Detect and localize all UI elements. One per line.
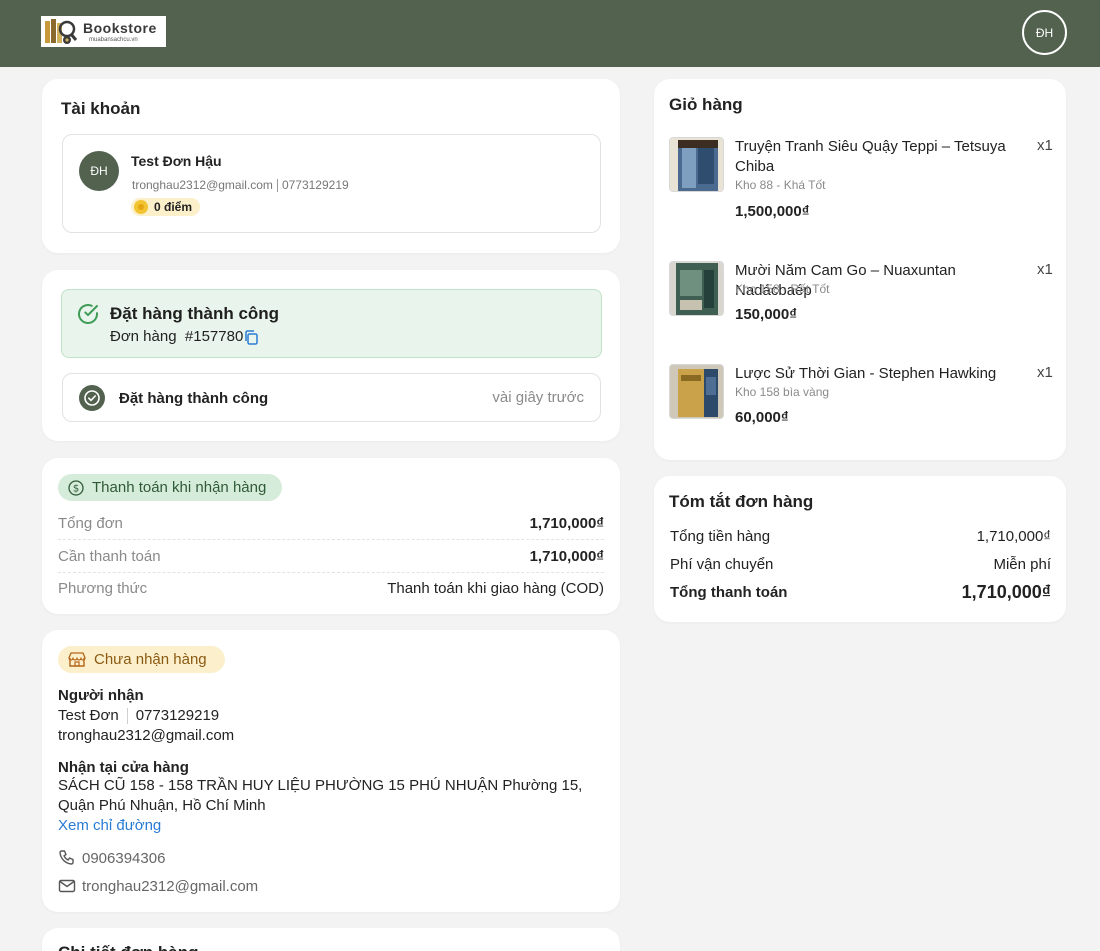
cart-item-stock: Kho 158 - Rất Tốt xyxy=(735,282,830,296)
order-status-card: Đặt hàng thành công Đơn hàng #157780 Đặt… xyxy=(42,270,620,441)
cart-item-name: Truyện Tranh Siêu Quậy Teppi – Tetsuya C… xyxy=(735,138,1006,175)
account-contact: tronghau2312@gmail.com 0773129219 xyxy=(132,178,349,193)
mail-icon xyxy=(58,879,76,893)
summary-shipping-value: Miễn phí xyxy=(993,556,1051,573)
pickup-label: Nhận tại cửa hàng xyxy=(58,759,189,776)
logo-subtitle: muabansachcu.vn xyxy=(89,36,138,43)
order-success-banner: Đặt hàng thành công Đơn hàng #157780 xyxy=(61,289,602,358)
payment-value: 1,710,000₫ xyxy=(529,514,604,532)
cart-item[interactable]: Lược Sử Thời Gian - Stephen Hawking x1 K… xyxy=(669,364,1053,444)
store-icon xyxy=(68,651,86,667)
recipient-phone: 0773129219 xyxy=(135,707,220,724)
cart-item[interactable]: Mười Năm Cam Go – Nuaxuntan Nadácbaép x1… xyxy=(669,261,1053,341)
cart-item[interactable]: Truyện Tranh Siêu Quậy Teppi – Tetsuya C… xyxy=(669,137,1053,237)
summary-subtotal-row: Tổng tiền hàng 1,710,000₫ xyxy=(670,528,1051,545)
recipient-email: tronghau2312@gmail.com xyxy=(58,727,235,744)
payment-row-due: Cần thanh toán 1,710,000₫ xyxy=(58,540,604,573)
summary-total-value: 1,710,000₫ xyxy=(961,582,1051,602)
payment-method-badge: $ Thanh toán khi nhận hàng xyxy=(58,474,283,501)
status-label: Đặt hàng thành công xyxy=(119,390,269,407)
bookstore-logo[interactable]: Bookstore muabansachcu.vn xyxy=(41,16,166,47)
store-phone-row: 0906394306 xyxy=(58,849,165,867)
cart-item-qty: x1 xyxy=(1037,261,1053,278)
cart-card: Giỏ hàng Truyện Tranh Siêu Quậy Teppi – … xyxy=(654,79,1066,460)
status-timeline-row: Đặt hàng thành công vài giây trước xyxy=(62,373,601,422)
cart-item-name: Lược Sử Thời Gian - Stephen Hawking xyxy=(735,365,997,382)
order-number: #157780 xyxy=(184,328,244,345)
payment-key: Phương thức xyxy=(58,580,148,597)
store-email-row: tronghau2312@gmail.com xyxy=(58,877,258,895)
recipient-label: Người nhận xyxy=(58,687,144,704)
order-number-line: Đơn hàng #157780 xyxy=(110,328,243,345)
payment-key: Tổng đơn xyxy=(58,514,123,532)
cart-item-price: 1,500,000₫ xyxy=(735,203,810,220)
recipient-name: Test Đơn xyxy=(58,707,119,724)
summary-title: Tóm tắt đơn hàng xyxy=(669,492,814,511)
copy-icon[interactable] xyxy=(244,330,258,345)
book-cover-image xyxy=(669,261,724,316)
order-details-card: Chi tiết đơn hàng xyxy=(42,928,620,951)
order-label: Đơn hàng xyxy=(110,328,177,345)
summary-subtotal-label: Tổng tiền hàng xyxy=(670,528,771,545)
cart-item-stock: Kho 88 - Khá Tốt xyxy=(735,178,826,192)
order-summary-card: Tóm tắt đơn hàng Tổng tiền hàng 1,710,00… xyxy=(654,476,1066,622)
book-cover-image xyxy=(669,137,724,192)
order-success-title: Đặt hàng thành công xyxy=(110,304,280,323)
directions-link[interactable]: Xem chỉ đường xyxy=(58,817,161,834)
account-name: Test Đơn Hậu xyxy=(131,153,222,169)
store-address: SÁCH CŨ 158 - 158 TRẦN HUY LIỆU PHƯỜNG 1… xyxy=(58,777,583,814)
payment-card: $ Thanh toán khi nhận hàng Tổng đơn 1,71… xyxy=(42,458,620,614)
status-check-icon xyxy=(79,385,105,411)
top-navbar: Bookstore muabansachcu.vn ĐH xyxy=(0,0,1100,67)
delivery-badge-label: Chưa nhận hàng xyxy=(94,651,207,668)
account-phone: 0773129219 xyxy=(281,178,349,192)
delivery-card: Chưa nhận hàng Người nhận Test Đơn 077312… xyxy=(42,630,620,912)
avatar: ĐH xyxy=(79,151,119,191)
account-card: Tài khoản ĐH Test Đơn Hậu tronghau2312@g… xyxy=(42,79,620,253)
order-details-title: Chi tiết đơn hàng xyxy=(58,943,199,951)
payment-value: Thanh toán khi giao hàng (COD) xyxy=(387,580,604,597)
payment-row-total: Tổng đơn 1,710,000₫ xyxy=(58,507,604,540)
delivery-status-badge: Chưa nhận hàng xyxy=(58,646,225,673)
points-badge: 0 điểm xyxy=(131,198,201,216)
summary-total-label: Tổng thanh toán xyxy=(670,584,788,601)
book-cover-image xyxy=(669,364,724,419)
account-email: tronghau2312@gmail.com xyxy=(132,178,273,192)
logo-title: Bookstore xyxy=(83,19,157,36)
cart-item-price: 150,000₫ xyxy=(735,306,797,323)
svg-text:$: $ xyxy=(73,483,79,494)
coin-icon xyxy=(134,200,148,214)
store-email: tronghau2312@gmail.com xyxy=(82,877,259,895)
cart-item-stock: Kho 158 bìa vàng xyxy=(735,385,830,399)
recipient-info: Test Đơn 0773129219 xyxy=(58,707,220,725)
payment-value: 1,710,000₫ xyxy=(529,547,604,565)
summary-shipping-row: Phí vận chuyển Miễn phí xyxy=(670,556,1051,573)
books-magnifier-icon xyxy=(45,18,78,46)
summary-subtotal-value: 1,710,000₫ xyxy=(976,528,1051,545)
cart-item-price: 60,000₫ xyxy=(735,409,789,426)
store-phone: 0906394306 xyxy=(82,849,166,867)
check-circle-icon xyxy=(78,304,98,324)
status-time: vài giây trước xyxy=(492,389,584,406)
dollar-circle-icon: $ xyxy=(68,479,84,496)
points-value: 0 điểm xyxy=(154,200,193,214)
account-info-box: ĐH Test Đơn Hậu tronghau2312@gmail.com 07… xyxy=(62,134,601,233)
summary-shipping-label: Phí vận chuyển xyxy=(670,556,774,573)
cart-title: Giỏ hàng xyxy=(669,95,743,114)
account-title: Tài khoản xyxy=(61,99,141,118)
cart-item-qty: x1 xyxy=(1037,137,1053,154)
payment-key: Cần thanh toán xyxy=(58,547,161,565)
user-avatar-button[interactable]: ĐH xyxy=(1022,10,1067,55)
summary-total-row: Tổng thanh toán 1,710,000₫ xyxy=(670,582,1051,603)
payment-row-method: Phương thức Thanh toán khi giao hàng (CO… xyxy=(58,572,604,605)
cart-item-qty: x1 xyxy=(1037,364,1053,381)
phone-icon xyxy=(59,850,74,865)
payment-badge-label: Thanh toán khi nhận hàng xyxy=(92,479,267,496)
